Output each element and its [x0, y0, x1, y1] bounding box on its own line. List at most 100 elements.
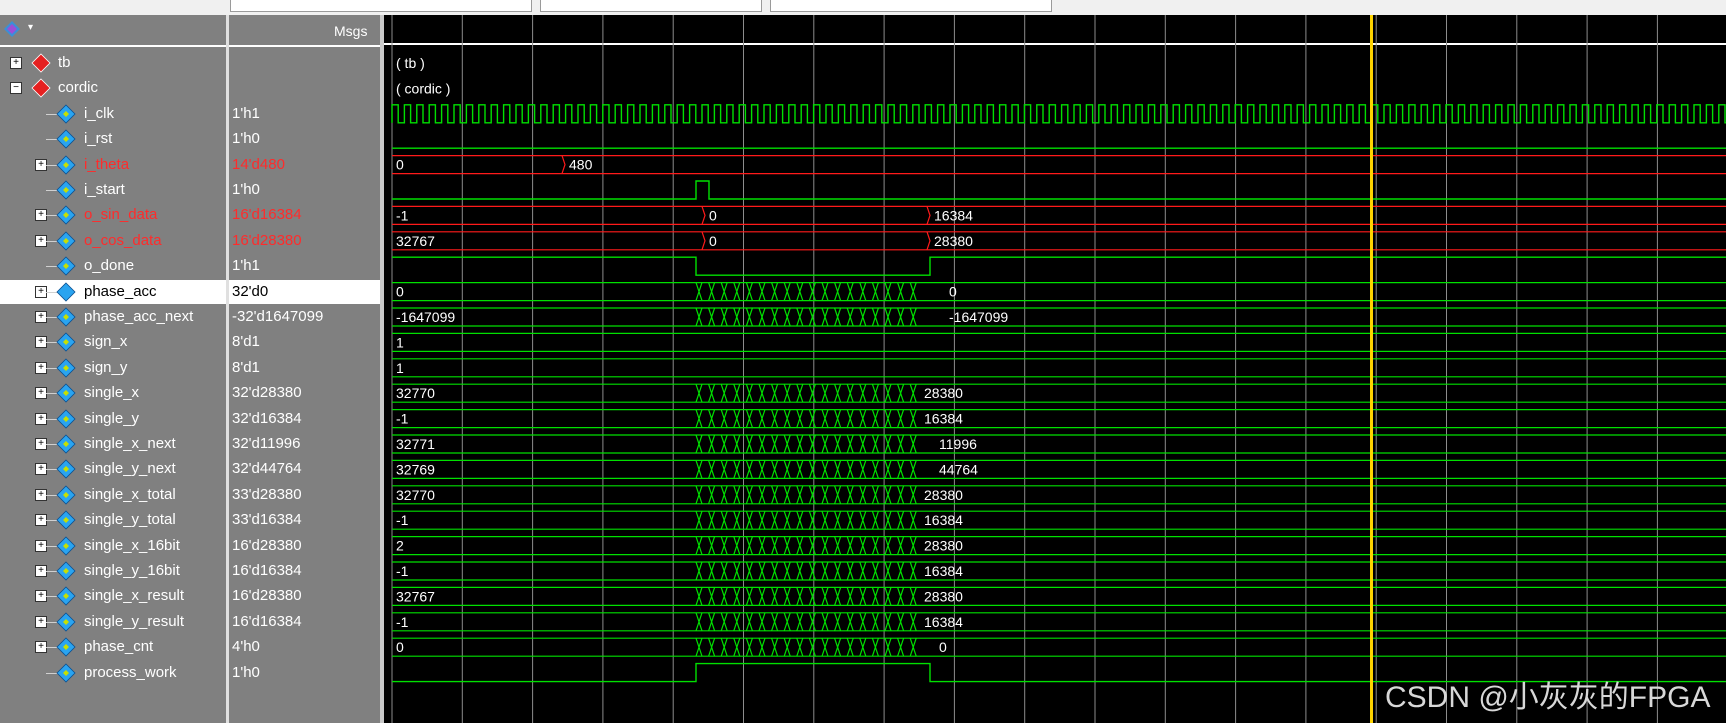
bus-transition: [871, 511, 879, 530]
signal-icon: [56, 510, 76, 530]
bus-value-label: 2: [396, 538, 404, 554]
instance-label: ( tb ): [396, 55, 425, 71]
bus-transition: [695, 587, 703, 606]
bus-value-label: 28380: [924, 385, 963, 401]
signal-name: single_x: [84, 384, 140, 402]
watermark: CSDN @小灰灰的FPGA: [1385, 681, 1711, 714]
bus-transition: [796, 307, 804, 327]
bus-transition: [758, 485, 766, 504]
bus-transition: [834, 536, 842, 555]
bus-transition: [859, 282, 867, 301]
bus-transition: [846, 384, 854, 403]
toolbar: [0, 0, 1726, 15]
bus-transition: [834, 384, 842, 403]
bus-transition: [846, 587, 854, 606]
bus-transition: [720, 384, 728, 403]
wave-view-icon[interactable]: [3, 20, 21, 38]
collapse-icon[interactable]: −: [10, 82, 22, 95]
bus-transition: [745, 434, 753, 454]
bus-transition: [745, 638, 753, 657]
bus-transition: [771, 638, 779, 657]
bus-value-label: 28380: [934, 233, 973, 249]
bus-transition: [695, 460, 703, 479]
bus-value-label: -1: [396, 563, 409, 579]
bus-transition: [859, 536, 867, 555]
bus-transition: [695, 561, 703, 581]
bus-transition: [745, 282, 753, 301]
bus-transition: [796, 384, 804, 403]
bus-transition: [758, 434, 766, 454]
bus-transition: [884, 434, 892, 454]
signal-name: o_sin_data: [84, 206, 158, 224]
bus-transition: [884, 307, 892, 327]
bus-transition: [808, 460, 816, 479]
signal-value: 1'h1: [232, 104, 260, 122]
signal-value: 32'd44764: [232, 460, 302, 478]
bus-transition: [821, 460, 829, 479]
signal-value: 8'd1: [232, 358, 260, 376]
bus-transition: [796, 485, 804, 504]
bus-value-label: 16384: [934, 207, 973, 223]
signal-value: 33'd16384: [232, 511, 302, 529]
bus-transition: [897, 511, 905, 530]
bus-transition: [821, 282, 829, 301]
signal-icon: [56, 256, 76, 276]
bus-value-label: 16384: [924, 512, 963, 528]
signal-value: 32'd16384: [232, 409, 302, 427]
signal-value: 1'h1: [232, 257, 260, 275]
signal-icon: [56, 358, 76, 378]
bus-transition: [745, 511, 753, 530]
bus-transition: [720, 282, 728, 301]
bus-transition: [834, 485, 842, 504]
instance-label: ( cordic ): [396, 80, 450, 96]
bus-transition: [695, 307, 703, 327]
bus-value-label: -1: [396, 207, 409, 223]
bus-transition: [758, 511, 766, 530]
bus-transition: [783, 460, 791, 479]
bus-transition: [708, 434, 716, 454]
bus-transition: [695, 384, 703, 403]
toolbar-combo-1[interactable]: [230, 0, 532, 12]
bus-transition: [821, 434, 829, 454]
expand-icon[interactable]: +: [10, 57, 22, 69]
waveform-canvas[interactable]: ( tb ) ( cordic ) 0 480 -1 0 16384 32767 0 28380 0…: [384, 15, 1726, 723]
signal-value: 1'h0: [232, 663, 260, 681]
bus-transition: [897, 409, 905, 428]
bus-transition: [771, 612, 779, 631]
bus-transition: [771, 485, 779, 504]
bus-transition: [909, 587, 917, 606]
bus-value-label: 16384: [924, 563, 963, 579]
signal-icon: [56, 637, 76, 657]
signal-name: single_x_total: [84, 485, 176, 503]
bus-value-label: 11996: [939, 436, 977, 452]
bus-transition: [884, 587, 892, 606]
signal-name: i_rst: [84, 130, 113, 148]
bus-transition: [745, 612, 753, 631]
chevron-down-icon[interactable]: ▾: [28, 22, 33, 33]
bus-transition: [695, 434, 703, 454]
signal-icon: [56, 180, 76, 200]
bus-transition: [834, 612, 842, 631]
toolbar-button-group[interactable]: [770, 0, 1052, 12]
bus-transition: [871, 561, 879, 581]
bus-transition: [859, 612, 867, 631]
bus-transition: [821, 638, 829, 657]
bus-transition: [720, 587, 728, 606]
signal-name: single_y: [84, 409, 140, 427]
bus-transition: [695, 485, 703, 504]
column-splitter[interactable]: [226, 15, 229, 723]
bus-transition: [884, 511, 892, 530]
bus-value-label: 1: [396, 360, 404, 376]
bus-transition: [796, 587, 804, 606]
bus-transition: [733, 307, 741, 327]
time-cursor[interactable]: [1370, 15, 1373, 723]
bus-transition: [859, 485, 867, 504]
bus-value-label: 32770: [396, 487, 435, 503]
bus-transition: [821, 511, 829, 530]
bus-transition: [909, 434, 917, 454]
signal-value: 1'h0: [232, 130, 260, 148]
bus-transition: [808, 638, 816, 657]
bus-transition: [871, 460, 879, 479]
bus-value-label: 32769: [396, 461, 435, 477]
toolbar-combo-2[interactable]: [540, 0, 762, 12]
